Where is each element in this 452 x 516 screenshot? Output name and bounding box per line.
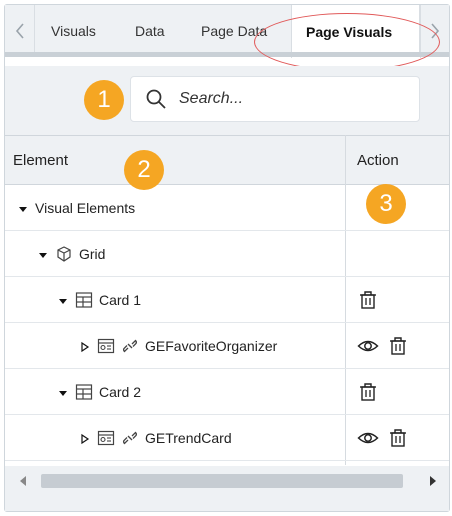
table-row[interactable]: GEFavoriteOrganizer: [5, 323, 449, 369]
action-cell: [357, 323, 409, 369]
tab-visuals[interactable]: Visuals: [51, 5, 96, 57]
caret-down-icon[interactable]: [37, 248, 49, 260]
badge-number: 2: [137, 156, 151, 183]
scrollbar-thumb[interactable]: [41, 474, 403, 488]
table-row[interactable]: GETrendCard: [5, 415, 449, 461]
search-box[interactable]: [130, 76, 420, 122]
unlink-icon: [121, 429, 139, 447]
badge-1: 1: [84, 80, 124, 120]
caret-right-icon[interactable]: [79, 340, 91, 353]
search-icon: [145, 88, 167, 110]
action-cell: [357, 415, 409, 461]
eye-icon[interactable]: [357, 427, 379, 449]
panel-footer: [5, 496, 449, 511]
row-label: GEFavoriteOrganizer: [145, 338, 278, 354]
unlink-icon: [121, 337, 139, 355]
element-cell: Visual Elements: [17, 185, 135, 231]
element-cell: Card 1: [57, 277, 141, 323]
table-header: Element Action: [5, 135, 449, 185]
widget-icon: [97, 429, 115, 447]
action-cell: [357, 277, 379, 323]
row-label: Card 1: [99, 292, 142, 308]
trash-icon[interactable]: [387, 335, 409, 357]
trash-icon[interactable]: [357, 381, 379, 403]
tab-data[interactable]: Data: [135, 5, 165, 57]
row-label: Card 2: [99, 384, 142, 400]
element-cell: Grid: [37, 231, 105, 277]
column-header-element[interactable]: Element: [13, 136, 68, 184]
header-label: Action: [357, 151, 399, 169]
badge-2: 2: [124, 150, 164, 190]
badge-number: 1: [97, 86, 111, 113]
table-row[interactable]: Card 1: [5, 277, 449, 323]
scroll-right-icon[interactable]: [425, 472, 441, 490]
trash-icon[interactable]: [357, 289, 379, 311]
badge-3: 3: [366, 184, 406, 224]
caret-right-icon[interactable]: [79, 432, 91, 445]
card-layout-icon: [75, 383, 93, 401]
highlight-ellipse: [254, 13, 440, 71]
element-cell: GETrendCard: [79, 415, 232, 461]
caret-down-icon[interactable]: [17, 202, 29, 214]
row-label: Visual Elements: [35, 200, 136, 216]
eye-icon[interactable]: [357, 335, 379, 357]
element-cell: Card 2: [57, 369, 141, 415]
widget-icon: [97, 337, 115, 355]
table-row[interactable]: Card 2: [5, 369, 449, 415]
cube-icon: [55, 245, 73, 263]
tab-scroll-left-icon[interactable]: [5, 5, 35, 57]
header-label: Element: [13, 151, 69, 169]
scroll-left-icon[interactable]: [15, 472, 31, 490]
element-cell: GEFavoriteOrganizer: [79, 323, 277, 369]
caret-down-icon[interactable]: [57, 386, 69, 398]
tab-label: Visuals: [51, 23, 96, 39]
action-cell: [357, 369, 379, 415]
search-input[interactable]: [179, 90, 399, 108]
badge-number: 3: [379, 190, 393, 217]
row-label: Grid: [79, 246, 106, 262]
row-label: GETrendCard: [145, 430, 232, 446]
caret-down-icon[interactable]: [57, 294, 69, 306]
column-header-action[interactable]: Action: [357, 136, 399, 184]
trash-icon[interactable]: [387, 427, 409, 449]
page-visuals-panel: Visuals Data Page Data Page Visuals 1 El…: [0, 0, 452, 516]
horizontal-scrollbar[interactable]: [5, 466, 449, 496]
tab-label: Data: [135, 23, 165, 39]
card-layout-icon: [75, 291, 93, 309]
table-row[interactable]: Grid: [5, 231, 449, 277]
